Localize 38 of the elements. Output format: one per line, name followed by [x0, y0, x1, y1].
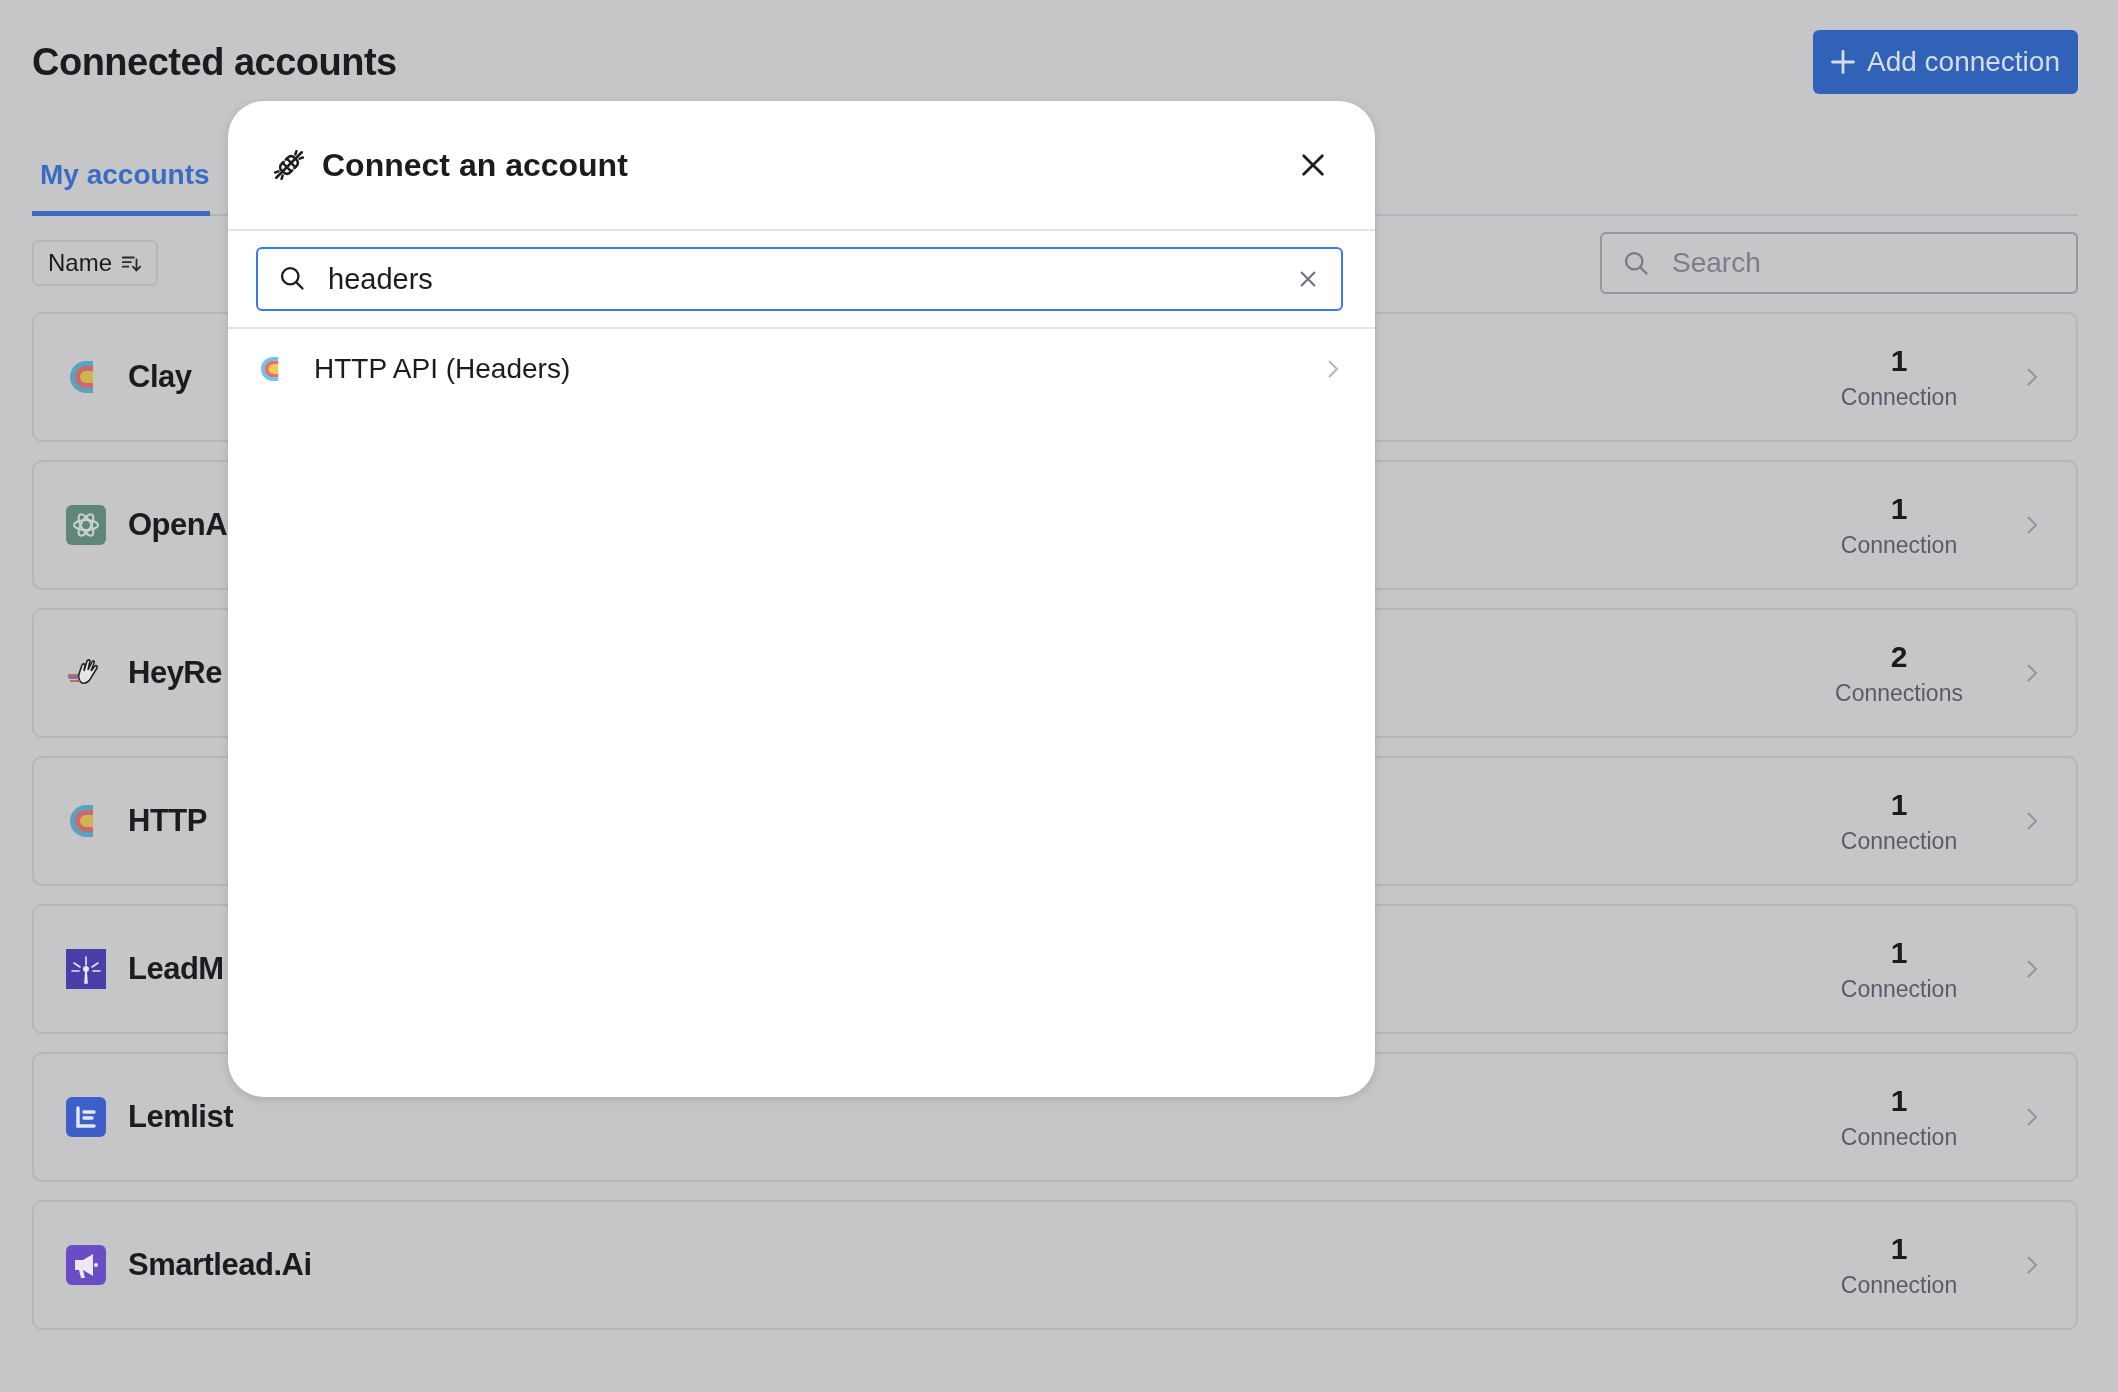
letter-e-icon: [66, 1097, 106, 1137]
sparkle-icon: [66, 949, 106, 989]
modal-title: Connect an account: [322, 146, 629, 184]
connection-label: Connections: [1835, 679, 1963, 707]
connection-count: 1: [1890, 1231, 1908, 1266]
result-item[interactable]: HTTP API (Headers): [228, 329, 1375, 409]
connection-count: 1: [1890, 1083, 1908, 1118]
connection-label: Connection: [1840, 531, 1958, 559]
connection-label: Connection: [1840, 383, 1958, 411]
account-name: HeyRe: [128, 655, 222, 691]
connection-count: 1: [1890, 935, 1908, 970]
unplug-icon: [272, 148, 306, 182]
result-name: HTTP API (Headers): [314, 353, 572, 385]
account-name: OpenA: [128, 507, 228, 543]
account-card[interactable]: Smartlead.Ai 1 Connection: [32, 1200, 2078, 1330]
account-name: Lemlist: [128, 1099, 234, 1135]
connection-label: Connection: [1840, 975, 1958, 1003]
account-name: Clay: [128, 359, 192, 395]
search-icon: [278, 264, 306, 292]
search-field[interactable]: headers: [256, 247, 1343, 311]
connection-count: 2: [1890, 639, 1908, 674]
account-name: Smartlead.Ai: [128, 1247, 312, 1283]
page-title: Connected accounts: [32, 40, 397, 84]
search-field[interactable]: Search: [1600, 232, 2078, 294]
connection-label: Connection: [1840, 1271, 1958, 1299]
connection-label: Connection: [1840, 827, 1958, 855]
sort-button[interactable]: Name: [32, 240, 159, 286]
search-icon: [1622, 249, 1650, 277]
close-icon[interactable]: [1299, 151, 1327, 179]
account-name: LeadM: [128, 951, 224, 987]
connection-count: 1: [1890, 343, 1908, 378]
account-name: HTTP: [128, 803, 207, 839]
connection-count: 1: [1890, 491, 1908, 526]
connection-count: 1: [1890, 787, 1908, 822]
add-connection-button[interactable]: Add connection: [1812, 30, 2078, 94]
connection-label: Connection: [1840, 1123, 1958, 1151]
megaphone-icon: [66, 1245, 106, 1285]
plus-icon: [1828, 48, 1857, 76]
